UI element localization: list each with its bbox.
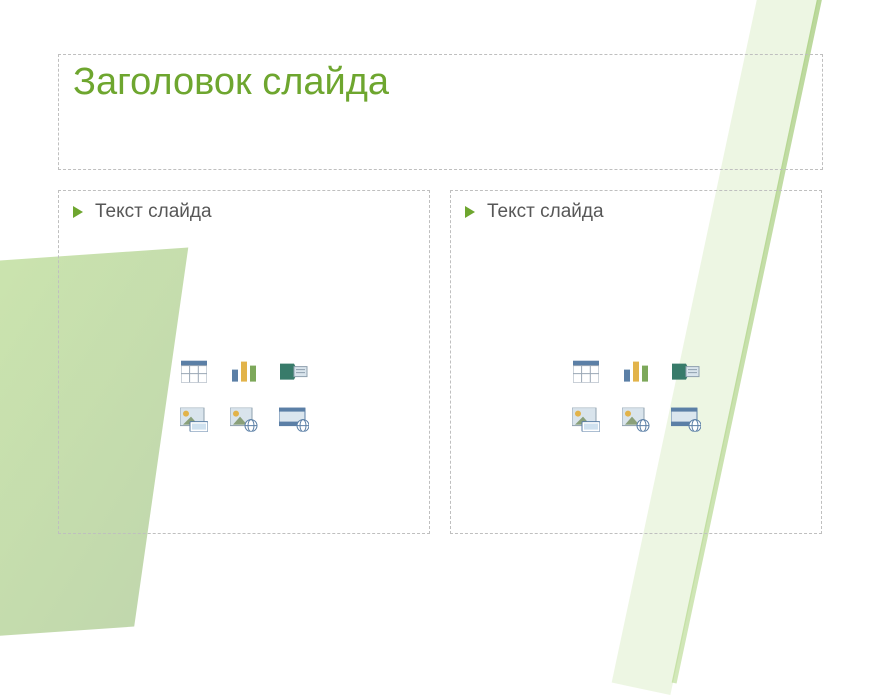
bullet-arrow-icon [73, 206, 83, 218]
insert-picture-icon[interactable] [568, 402, 604, 438]
insert-online-picture-icon[interactable] [226, 402, 262, 438]
insert-smartart-icon[interactable] [276, 354, 312, 390]
title-placeholder-text[interactable]: Заголовок слайда [73, 63, 808, 103]
content-placeholder-right[interactable]: Текст слайда [450, 190, 822, 534]
bullet-row: Текст слайда [73, 201, 415, 223]
bullet-row: Текст слайда [465, 201, 807, 223]
title-placeholder[interactable]: Заголовок слайда [58, 54, 823, 170]
insert-online-video-icon[interactable] [668, 402, 704, 438]
insert-chart-icon[interactable] [226, 354, 262, 390]
insert-icon-grid-right [568, 354, 704, 438]
insert-picture-icon[interactable] [176, 402, 212, 438]
content-left-bullet-text[interactable]: Текст слайда [95, 201, 212, 223]
insert-chart-icon[interactable] [618, 354, 654, 390]
insert-icon-grid-left [176, 354, 312, 438]
content-placeholder-left[interactable]: Текст слайда [58, 190, 430, 534]
insert-smartart-icon[interactable] [668, 354, 704, 390]
insert-online-video-icon[interactable] [276, 402, 312, 438]
insert-online-picture-icon[interactable] [618, 402, 654, 438]
insert-table-icon[interactable] [176, 354, 212, 390]
content-right-bullet-text[interactable]: Текст слайда [487, 201, 604, 223]
bullet-arrow-icon [465, 206, 475, 218]
insert-table-icon[interactable] [568, 354, 604, 390]
